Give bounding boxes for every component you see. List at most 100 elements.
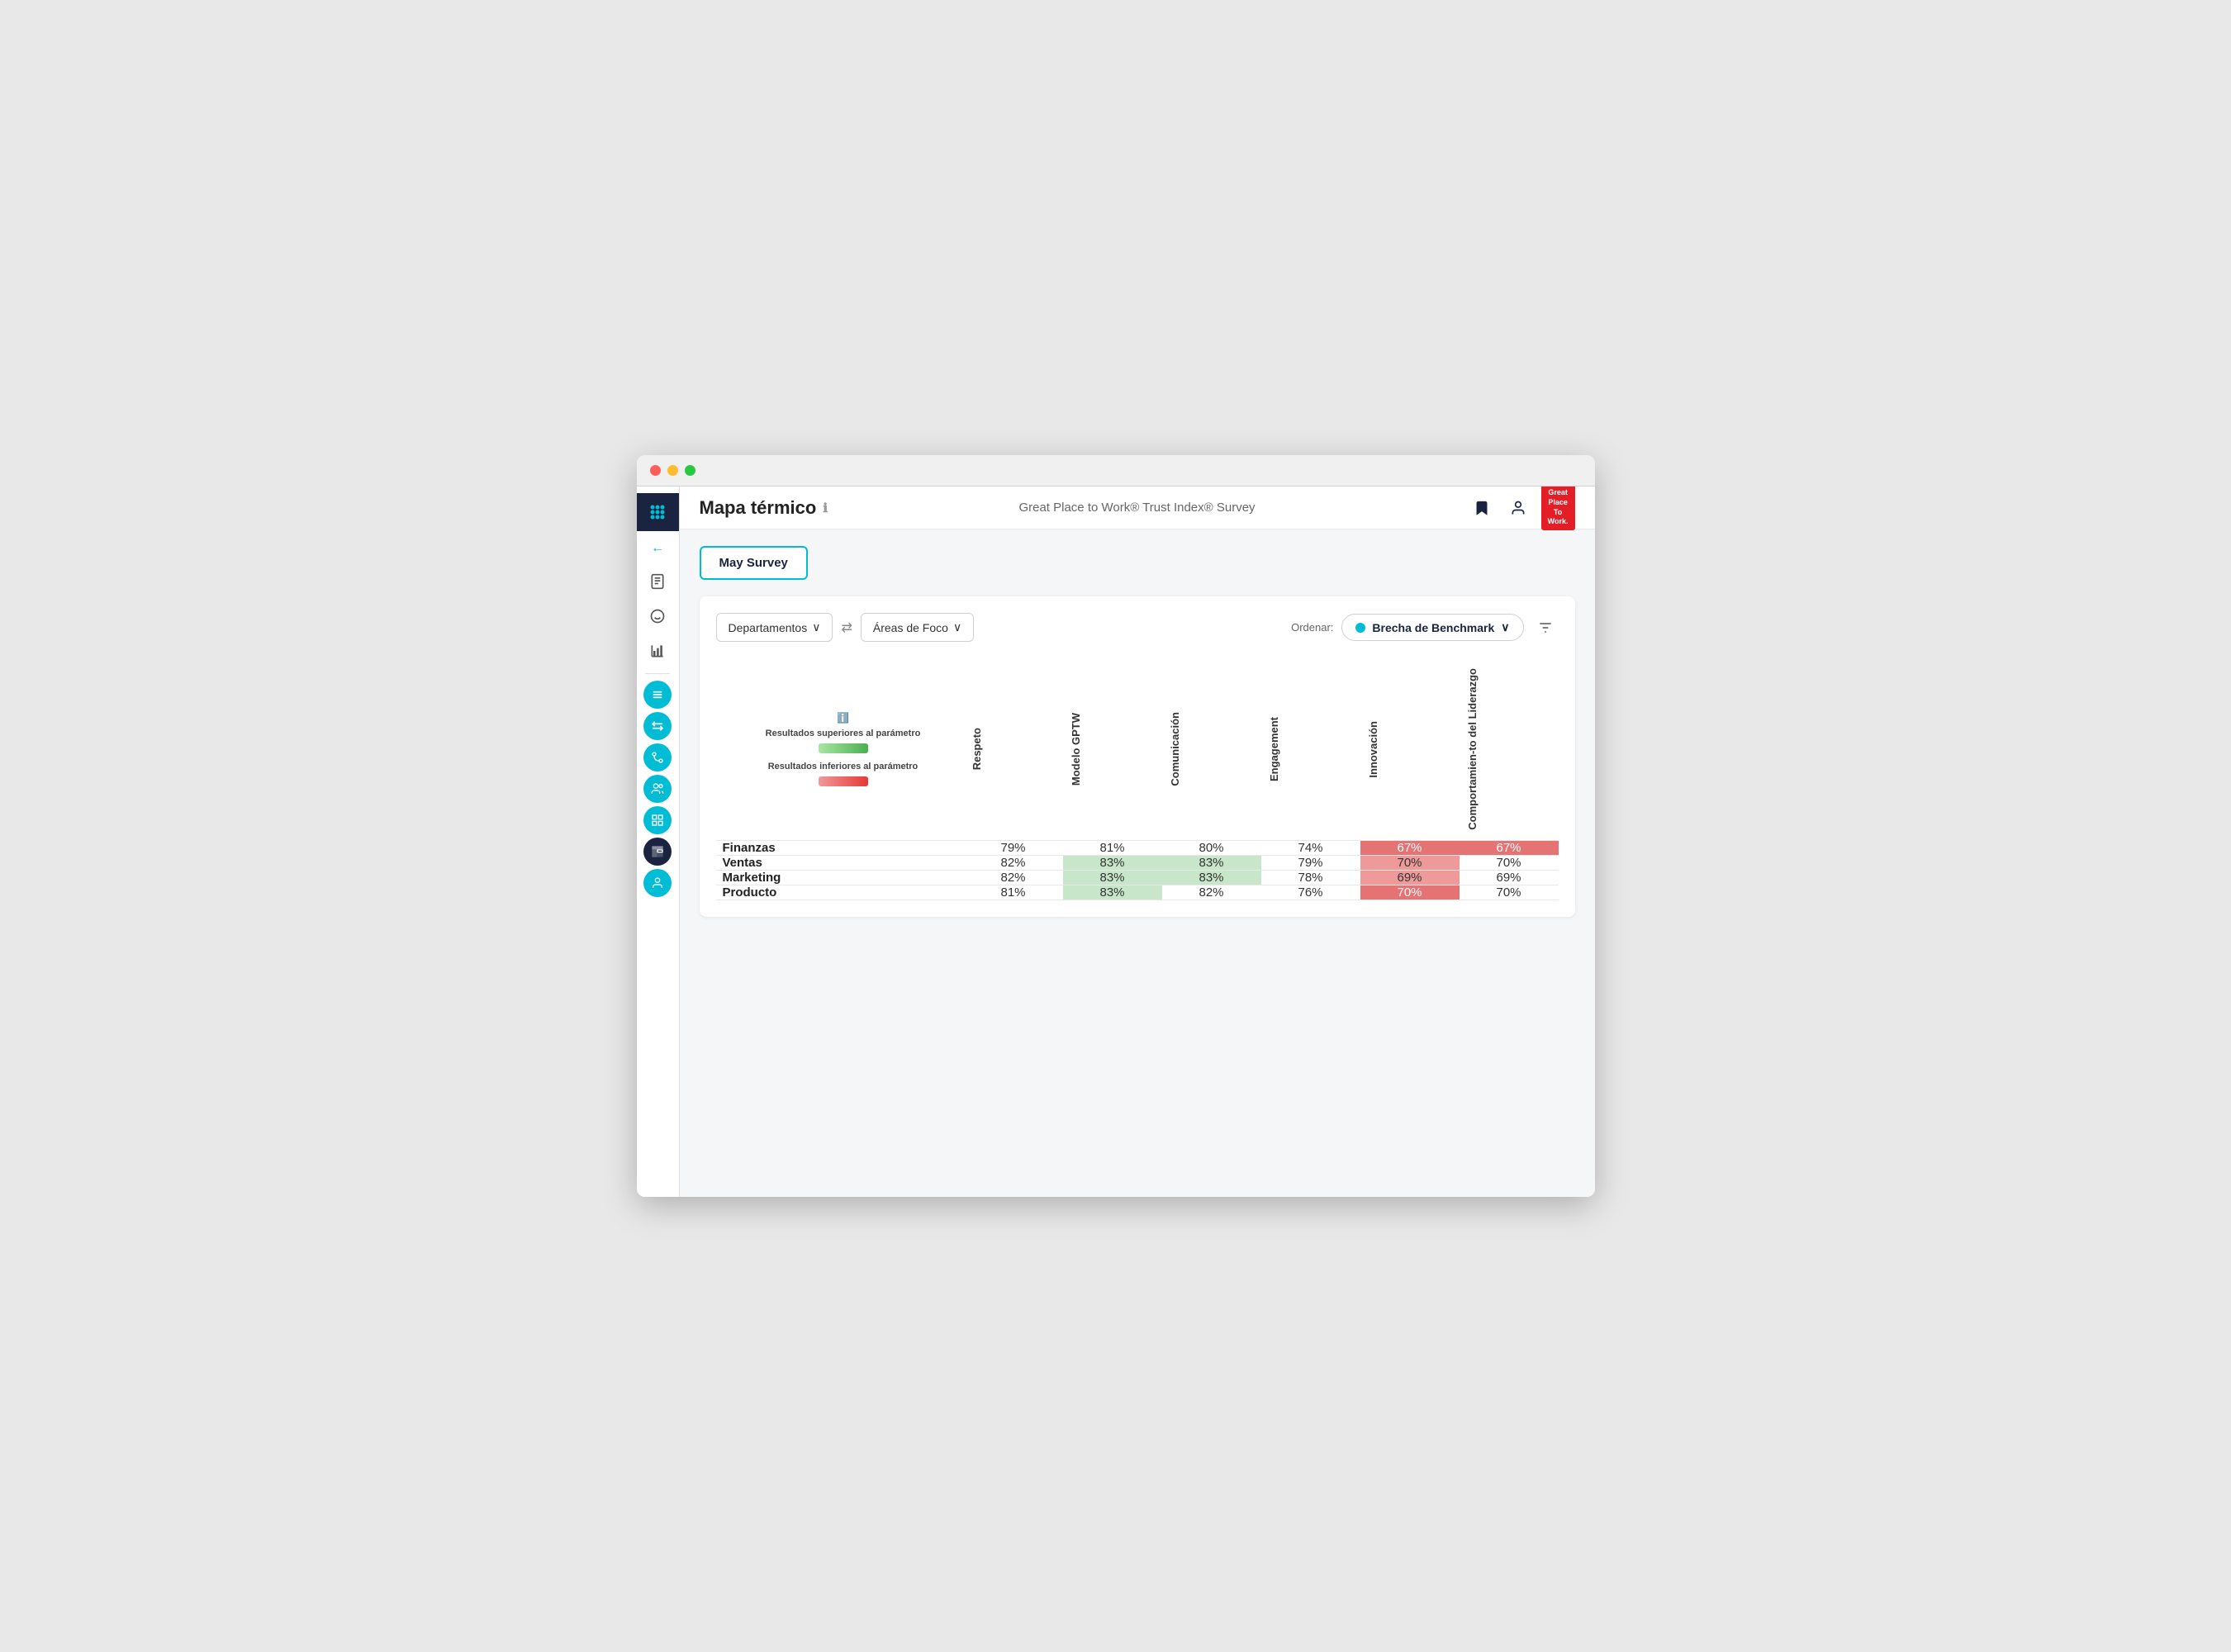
legend-info-icon: ℹ️ (837, 712, 849, 724)
filter-bar: Departamentos ∨ ⇄ Áreas de Foco ∨ Ordena… (716, 613, 1559, 642)
cell-1-3: 79% (1261, 855, 1360, 870)
departments-label: Departamentos (729, 621, 808, 634)
cell-2-1: 83% (1063, 870, 1162, 885)
filter-icon-btn[interactable] (1532, 615, 1559, 641)
sidebar-separator-1 (645, 673, 670, 674)
legend-bar-green (819, 743, 868, 753)
cell-1-0: 82% (964, 855, 1063, 870)
heatmap-container: Departamentos ∨ ⇄ Áreas de Foco ∨ Ordena… (700, 596, 1575, 917)
sidebar-icon-document[interactable] (642, 566, 673, 597)
col-header-comunicacion: Comunicación (1162, 658, 1261, 840)
cell-1-1: 83% (1063, 855, 1162, 870)
cell-1-5: 70% (1460, 855, 1559, 870)
col-header-innovacion: Innovación (1360, 658, 1460, 840)
top-bar: Mapa térmico ℹ Great Place to Work® Trus… (680, 487, 1595, 529)
title-bar (637, 455, 1595, 487)
survey-button[interactable]: May Survey (700, 546, 808, 580)
heatmap-table: ℹ️ Resultados superiores al parámetro Re… (716, 658, 1559, 900)
sidebar-icon-heatmap[interactable] (643, 838, 672, 866)
cell-2-0: 82% (964, 870, 1063, 885)
person-btn[interactable] (1505, 495, 1531, 521)
sidebar: ← (637, 487, 680, 1197)
cell-2-3: 78% (1261, 870, 1360, 885)
survey-selector: May Survey (700, 546, 1575, 580)
focus-areas-label: Áreas de Foco (873, 621, 948, 634)
legend-bar-red (819, 776, 868, 786)
content-area: May Survey Departamentos ∨ ⇄ Áreas de Fo… (680, 529, 1595, 1197)
cell-2-4: 69% (1360, 870, 1460, 885)
bookmark-btn[interactable] (1469, 495, 1495, 521)
sort-arrow: ∨ (1501, 620, 1509, 634)
col-header-engagement-text: Engagement (1261, 707, 1327, 791)
cell-3-1: 83% (1063, 885, 1162, 900)
cell-3-3: 76% (1261, 885, 1360, 900)
col-header-comportamiento: Comportamien-to del Liderazgo (1460, 658, 1559, 840)
col-header-innovacion-text: Innovación (1360, 711, 1426, 788)
col-header-comunicacion-text: Comunicación (1162, 702, 1228, 796)
sidebar-icon-chart[interactable] (642, 635, 673, 667)
top-bar-right: Great Place To Work. (1469, 487, 1575, 530)
sidebar-icon-smiley[interactable] (642, 601, 673, 632)
sort-label: Ordenar: (1291, 621, 1333, 634)
legend-above-label: Resultados superiores al parámetro (766, 729, 921, 738)
gptw-logo: Great Place To Work. (1541, 487, 1575, 530)
departments-arrow: ∨ (812, 620, 820, 634)
traffic-light-green[interactable] (685, 465, 695, 476)
cell-0-4: 67% (1360, 840, 1460, 855)
sidebar-icon-people[interactable] (643, 775, 672, 803)
cell-1-2: 83% (1162, 855, 1261, 870)
top-bar-left: Mapa térmico ℹ (700, 497, 828, 519)
traffic-light-yellow[interactable] (667, 465, 678, 476)
cell-1-4: 70% (1360, 855, 1460, 870)
sort-dot (1355, 623, 1365, 633)
row-label-2: Marketing (716, 870, 964, 885)
cell-0-5: 67% (1460, 840, 1559, 855)
cell-3-2: 82% (1162, 885, 1261, 900)
swap-icon[interactable]: ⇄ (841, 620, 852, 636)
main-content: Mapa térmico ℹ Great Place to Work® Trus… (680, 487, 1595, 1197)
cell-3-5: 70% (1460, 885, 1559, 900)
col-header-engagement: Engagement (1261, 658, 1360, 840)
sidebar-icon-list1[interactable] (643, 681, 672, 709)
sort-option-label: Brecha de Benchmark (1372, 621, 1494, 634)
legend-cell: ℹ️ Resultados superiores al parámetro Re… (716, 658, 964, 840)
app-container: ← (637, 487, 1595, 1197)
row-label-3: Producto (716, 885, 964, 900)
cell-2-5: 69% (1460, 870, 1559, 885)
departments-dropdown[interactable]: Departamentos ∨ (716, 613, 833, 642)
back-arrow-btn[interactable]: ← (644, 534, 671, 563)
page-title: Mapa térmico ℹ (700, 497, 828, 519)
col-header-respeto: Respeto (964, 658, 1063, 840)
col-header-modelo: Modelo GPTW (1063, 658, 1162, 840)
survey-name: Great Place to Work® Trust Index® Survey (1018, 501, 1255, 515)
cell-0-1: 81% (1063, 840, 1162, 855)
legend-below-label: Resultados inferiores al parámetro (768, 762, 919, 771)
sidebar-logo[interactable] (637, 493, 680, 531)
cell-0-0: 79% (964, 840, 1063, 855)
col-header-comportamiento-text: Comportamien-to del Liderazgo (1460, 658, 1526, 840)
app-window: ← (637, 455, 1595, 1197)
sort-dropdown[interactable]: Brecha de Benchmark ∨ (1341, 614, 1523, 641)
focus-areas-dropdown[interactable]: Áreas de Foco ∨ (861, 613, 974, 642)
sidebar-icon-flow[interactable] (643, 743, 672, 771)
sidebar-icon-person2[interactable] (643, 869, 672, 897)
row-label-0: Finanzas (716, 840, 964, 855)
focus-areas-arrow: ∨ (953, 620, 961, 634)
table-row: Finanzas79%81%80%74%67%67% (716, 840, 1559, 855)
table-row: Ventas82%83%83%79%70%70% (716, 855, 1559, 870)
sidebar-icon-arrows[interactable] (643, 712, 672, 740)
table-row: Producto81%83%82%76%70%70% (716, 885, 1559, 900)
col-header-modelo-text: Modelo GPTW (1063, 703, 1129, 795)
heatmap-tbody: Finanzas79%81%80%74%67%67%Ventas82%83%83… (716, 840, 1559, 900)
page-title-text: Mapa térmico (700, 497, 817, 519)
cell-3-0: 81% (964, 885, 1063, 900)
title-info-icon[interactable]: ℹ (823, 501, 828, 515)
traffic-light-red[interactable] (650, 465, 661, 476)
cell-0-2: 80% (1162, 840, 1261, 855)
legend-content: ℹ️ Resultados superiores al parámetro Re… (723, 712, 964, 786)
sidebar-icon-grid2[interactable] (643, 806, 672, 834)
table-row: Marketing82%83%83%78%69%69% (716, 870, 1559, 885)
row-label-1: Ventas (716, 855, 964, 870)
cell-3-4: 70% (1360, 885, 1460, 900)
col-header-respeto-text: Respeto (964, 718, 1030, 780)
